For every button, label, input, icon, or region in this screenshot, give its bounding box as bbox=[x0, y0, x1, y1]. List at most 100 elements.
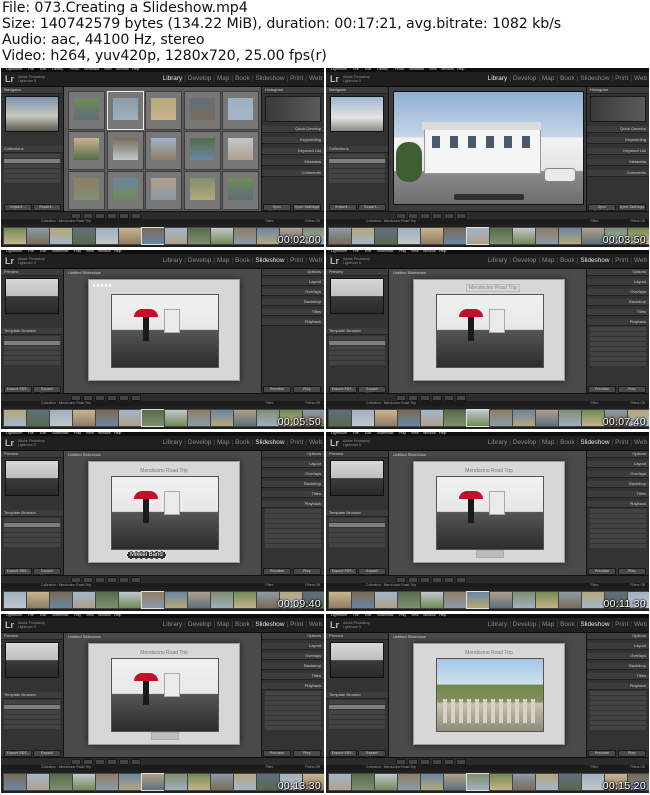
grid-cell[interactable] bbox=[222, 91, 259, 130]
panel-list-item[interactable] bbox=[4, 705, 60, 709]
template-browser-header[interactable]: Template Browser bbox=[1, 692, 63, 699]
panel-control[interactable] bbox=[265, 529, 321, 533]
right-panel-section[interactable]: Keywording bbox=[262, 137, 324, 144]
menu-item[interactable]: Help bbox=[132, 68, 139, 71]
module-library[interactable]: Library bbox=[488, 75, 508, 82]
module-book[interactable]: Book bbox=[560, 439, 575, 446]
template-browser-header[interactable]: Template Browser bbox=[326, 510, 388, 517]
export-button[interactable]: Export... bbox=[33, 204, 61, 211]
panel-list-item[interactable] bbox=[329, 154, 385, 158]
filters-off-button[interactable]: Filters Off bbox=[305, 765, 320, 769]
right-panel-section[interactable]: Backdrop bbox=[262, 481, 324, 488]
menu-item[interactable]: Play bbox=[74, 614, 81, 617]
export-pdf-button[interactable]: Export PDF... bbox=[329, 386, 357, 393]
module-print[interactable]: Print bbox=[615, 257, 628, 264]
play-button[interactable]: Play bbox=[293, 386, 321, 393]
filmstrip-thumbnail[interactable] bbox=[26, 409, 50, 427]
overlay-title[interactable]: Mendocino Road Trip bbox=[89, 468, 239, 474]
module-library[interactable]: Library bbox=[163, 257, 183, 264]
export-pdf-button[interactable]: Export PDF... bbox=[4, 386, 32, 393]
panel-control[interactable] bbox=[265, 711, 321, 715]
menu-item[interactable]: Slideshow bbox=[52, 250, 68, 253]
histogram-header[interactable]: Histogram bbox=[262, 87, 324, 94]
panel-list-item[interactable] bbox=[329, 543, 385, 547]
module-slideshow[interactable]: Slideshow bbox=[255, 439, 284, 446]
panel-list-item[interactable] bbox=[4, 725, 60, 729]
histogram-header[interactable]: Histogram bbox=[587, 87, 649, 94]
module-book[interactable]: Book bbox=[560, 621, 575, 628]
panel-list-item[interactable] bbox=[329, 523, 385, 527]
menu-item[interactable]: Edit bbox=[40, 614, 46, 617]
menu-item[interactable]: Help bbox=[114, 250, 121, 253]
module-develop[interactable]: Develop bbox=[513, 75, 536, 82]
module-map[interactable]: Map bbox=[217, 439, 229, 446]
menu-item[interactable]: View bbox=[86, 250, 94, 253]
panel-list-item[interactable] bbox=[4, 361, 60, 365]
collections-header[interactable]: Collections bbox=[1, 146, 63, 153]
menu-item[interactable]: View bbox=[104, 68, 112, 71]
menu-item[interactable]: Play bbox=[399, 432, 406, 435]
filters-off-button[interactable]: Filters Off bbox=[630, 765, 645, 769]
right-panel-section[interactable]: Playback bbox=[587, 501, 649, 508]
panel-control[interactable] bbox=[590, 337, 646, 341]
filmstrip-thumbnail[interactable] bbox=[489, 227, 513, 245]
filmstrip-thumbnail[interactable] bbox=[118, 591, 142, 609]
filmstrip-thumbnail[interactable] bbox=[351, 227, 375, 245]
filmstrip-thumbnail[interactable] bbox=[420, 227, 444, 245]
menu-item[interactable]: Lightroom bbox=[6, 432, 22, 435]
panel-control[interactable] bbox=[265, 514, 321, 518]
menu-item[interactable]: Help bbox=[439, 614, 446, 617]
grid-cell[interactable] bbox=[145, 171, 182, 210]
overlay-title[interactable]: Mendocino Road Trip bbox=[414, 468, 564, 474]
panel-control[interactable] bbox=[590, 711, 646, 715]
panel-list-item[interactable] bbox=[4, 518, 60, 522]
right-panel-section[interactable]: Keyword List bbox=[262, 148, 324, 155]
menu-item[interactable]: File bbox=[353, 614, 359, 617]
module-web[interactable]: Web bbox=[309, 257, 322, 264]
panel-control[interactable] bbox=[590, 342, 646, 346]
menu-item[interactable]: Lightroom bbox=[331, 68, 347, 71]
panel-list-item[interactable] bbox=[4, 341, 60, 345]
menu-item[interactable]: Metadata bbox=[84, 68, 99, 71]
menu-item[interactable]: Slideshow bbox=[377, 614, 393, 617]
panel-control[interactable] bbox=[265, 519, 321, 523]
navigator-header[interactable]: Navigator bbox=[1, 87, 63, 94]
play-button[interactable]: Play bbox=[293, 750, 321, 757]
panel-control[interactable] bbox=[590, 519, 646, 523]
right-panel-section[interactable]: Overlays bbox=[262, 653, 324, 660]
panel-control[interactable] bbox=[590, 539, 646, 543]
overlay-title[interactable]: Mendocino Road Trip bbox=[414, 650, 564, 656]
right-panel-section[interactable]: Titles bbox=[262, 673, 324, 680]
panel-list-item[interactable] bbox=[4, 533, 60, 537]
module-web[interactable]: Web bbox=[309, 75, 322, 82]
grid-cell[interactable] bbox=[106, 91, 144, 130]
filmstrip-thumbnail[interactable] bbox=[443, 591, 467, 609]
filmstrip-thumbnail[interactable] bbox=[489, 773, 513, 791]
panel-list-item[interactable] bbox=[4, 710, 60, 714]
filmstrip-thumbnail[interactable] bbox=[3, 773, 27, 791]
panel-control[interactable] bbox=[265, 701, 321, 705]
filmstrip-thumbnail[interactable] bbox=[581, 773, 605, 791]
panel-control[interactable] bbox=[590, 347, 646, 351]
menu-item[interactable]: Lightroom bbox=[6, 250, 22, 253]
module-book[interactable]: Book bbox=[235, 439, 250, 446]
menu-item[interactable]: Photo bbox=[70, 68, 79, 71]
grid-cell[interactable] bbox=[183, 91, 221, 130]
module-map[interactable]: Map bbox=[542, 621, 554, 628]
export-button[interactable]: Export... bbox=[358, 204, 386, 211]
text-overlay-box[interactable] bbox=[476, 550, 504, 558]
panel-list-item[interactable] bbox=[329, 528, 385, 532]
menu-item[interactable]: Lightroom bbox=[6, 68, 22, 71]
module-develop[interactable]: Develop bbox=[188, 257, 211, 264]
right-panel-section[interactable]: Titles bbox=[262, 491, 324, 498]
panel-list-item[interactable] bbox=[4, 346, 60, 350]
module-map[interactable]: Map bbox=[542, 257, 554, 264]
menu-item[interactable]: Lightroom bbox=[331, 432, 347, 435]
filmstrip-thumbnail[interactable] bbox=[49, 227, 73, 245]
right-panel-section[interactable]: Options bbox=[262, 269, 324, 276]
menu-item[interactable]: Library bbox=[52, 68, 63, 71]
panel-list-item[interactable] bbox=[329, 356, 385, 360]
filmstrip-thumbnail[interactable] bbox=[374, 591, 398, 609]
filmstrip-thumbnail[interactable] bbox=[558, 591, 582, 609]
menu-item[interactable]: Play bbox=[399, 614, 406, 617]
